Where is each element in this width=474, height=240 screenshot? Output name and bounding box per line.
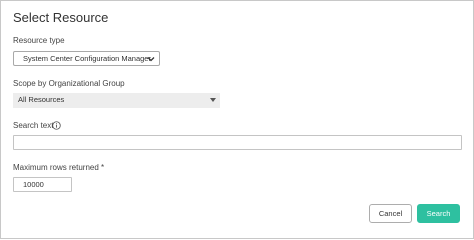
search-button[interactable]: Search <box>417 204 460 223</box>
search-text-input[interactable] <box>13 135 462 150</box>
caret-down-icon <box>210 98 216 102</box>
cancel-button[interactable]: Cancel <box>369 204 412 223</box>
info-circle-icon[interactable] <box>52 121 61 130</box>
select-resource-dialog: Select Resource Resource type System Cen… <box>0 0 474 239</box>
max-rows-value: 10000 <box>23 180 44 189</box>
scope-select[interactable]: All Resources <box>13 93 220 108</box>
resource-type-label: Resource type <box>13 36 65 45</box>
search-text-label: Search text <box>13 121 54 130</box>
resource-type-select[interactable]: System Center Configuration Manager <box>13 51 160 66</box>
scope-label: Scope by Organizational Group <box>13 79 125 88</box>
dialog-title: Select Resource <box>13 10 109 25</box>
max-rows-input[interactable]: 10000 <box>13 177 72 192</box>
chevron-down-icon <box>147 57 155 62</box>
max-rows-label: Maximum rows returned * <box>13 163 105 172</box>
scope-selected-value: All Resources <box>18 95 65 104</box>
resource-type-selected-value: System Center Configuration Manager <box>23 54 151 63</box>
